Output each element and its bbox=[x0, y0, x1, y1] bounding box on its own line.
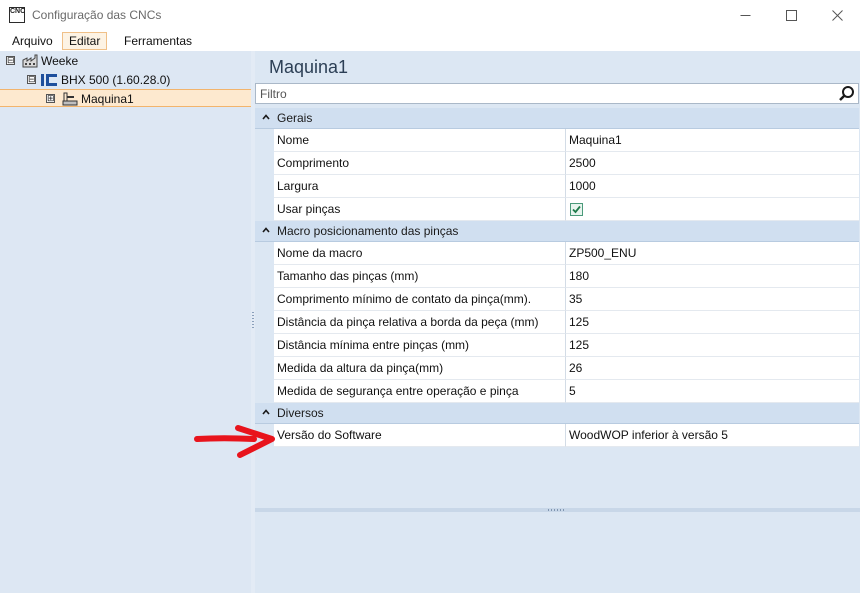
property-row[interactable]: Comprimento 2500 bbox=[255, 152, 859, 175]
property-row[interactable]: Distância da pinça relativa a borda da p… bbox=[255, 311, 859, 334]
category-label: Macro posicionamento das pinças bbox=[277, 224, 459, 238]
row-gutter bbox=[255, 357, 274, 380]
row-gutter bbox=[255, 175, 274, 198]
filter-input[interactable] bbox=[260, 86, 820, 101]
title-bar: CNC Configuração das CNCs bbox=[0, 0, 860, 31]
chevron-up-icon[interactable] bbox=[261, 112, 271, 122]
property-row[interactable]: Comprimento mínimo de contato da pinça(m… bbox=[255, 288, 859, 311]
property-value[interactable]: 35 bbox=[566, 288, 859, 311]
category-gerais[interactable]: Gerais bbox=[255, 108, 859, 129]
row-gutter bbox=[255, 288, 274, 311]
property-row[interactable]: Medida da altura da pinça(mm) 26 bbox=[255, 357, 859, 380]
page-title: Maquina1 bbox=[269, 57, 349, 77]
row-gutter bbox=[255, 311, 274, 334]
property-name: Largura bbox=[274, 175, 566, 198]
property-name: Usar pinças bbox=[274, 198, 566, 221]
chevron-up-icon[interactable] bbox=[261, 225, 271, 235]
tree-item-maquina1[interactable]: ⊞ Maquina1 bbox=[0, 89, 251, 107]
category-label: Diversos bbox=[277, 406, 324, 420]
row-gutter bbox=[255, 198, 274, 221]
property-value[interactable]: 1000 bbox=[566, 175, 859, 198]
chevron-up-icon[interactable] bbox=[261, 407, 271, 417]
category-macro[interactable]: Macro posicionamento das pinças bbox=[255, 221, 859, 242]
property-name: Tamanho das pinças (mm) bbox=[274, 265, 566, 288]
property-name: Medida de segurança entre operação e pin… bbox=[274, 380, 566, 403]
cnc-app-icon: CNC bbox=[9, 7, 25, 23]
row-gutter bbox=[255, 242, 274, 265]
cnc-machine-icon bbox=[62, 92, 78, 106]
property-row[interactable]: Medida de segurança entre operação e pin… bbox=[255, 380, 859, 403]
property-row[interactable]: Usar pinças bbox=[255, 198, 859, 221]
machine-model-icon bbox=[41, 74, 57, 86]
property-value[interactable]: 26 bbox=[566, 357, 859, 380]
property-name: Comprimento mínimo de contato da pinça(m… bbox=[274, 288, 566, 311]
row-gutter bbox=[255, 152, 274, 175]
menu-bar: Arquivo Editar Ferramentas bbox=[0, 31, 860, 51]
tree-item-label: BHX 500 (1.60.28.0) bbox=[61, 73, 171, 87]
search-icon[interactable] bbox=[838, 85, 856, 103]
property-row[interactable]: Tamanho das pinças (mm) 180 bbox=[255, 265, 859, 288]
property-grid: Gerais Nome Maquina1 Comprimento 2500 La… bbox=[255, 108, 859, 447]
property-name: Nome bbox=[274, 129, 566, 152]
category-diversos[interactable]: Diversos bbox=[255, 403, 859, 424]
app-icon-text: CNC bbox=[10, 8, 26, 15]
menu-editar[interactable]: Editar bbox=[62, 32, 108, 50]
property-name: Distância mínima entre pinças (mm) bbox=[274, 334, 566, 357]
property-value[interactable]: 125 bbox=[566, 311, 859, 334]
collapse-icon[interactable]: ⊟ bbox=[6, 56, 15, 65]
splitter-grip[interactable] bbox=[548, 509, 564, 511]
category-label: Gerais bbox=[277, 111, 313, 125]
filter-box[interactable] bbox=[255, 83, 859, 104]
property-name: Versão do Software bbox=[274, 424, 566, 447]
collapse-icon[interactable]: ⊟ bbox=[27, 75, 36, 84]
property-value[interactable]: Maquina1 bbox=[566, 129, 859, 152]
checkmark-icon bbox=[572, 205, 581, 214]
property-name: Nome da macro bbox=[274, 242, 566, 265]
expand-icon[interactable]: ⊞ bbox=[46, 94, 55, 103]
minimize-button[interactable] bbox=[722, 0, 768, 31]
row-gutter bbox=[255, 129, 274, 152]
maximize-button[interactable] bbox=[768, 0, 814, 31]
property-name: Medida da altura da pinça(mm) bbox=[274, 357, 566, 380]
property-value[interactable]: ZP500_ENU bbox=[566, 242, 859, 265]
close-icon bbox=[831, 10, 843, 21]
menu-ferramentas[interactable]: Ferramentas bbox=[118, 32, 198, 50]
tree-item-label: Weeke bbox=[41, 54, 79, 68]
property-value[interactable]: 180 bbox=[566, 265, 859, 288]
property-value[interactable]: 125 bbox=[566, 334, 859, 357]
property-row[interactable]: Versão do Software WoodWOP inferior à ve… bbox=[255, 424, 859, 447]
machine-tree: ⊟ Weeke ⊟ BHX 500 (1.60.28.0) ⊞ Maquina1 bbox=[0, 51, 251, 593]
close-button[interactable] bbox=[814, 0, 860, 31]
red-arrow-annotation bbox=[194, 425, 275, 458]
property-value[interactable]: 2500 bbox=[566, 152, 859, 175]
property-name: Distância da pinça relativa a borda da p… bbox=[274, 311, 566, 334]
splitter-grip[interactable] bbox=[252, 312, 254, 328]
minimize-icon bbox=[740, 15, 750, 16]
tree-item-weeke[interactable]: ⊟ Weeke bbox=[0, 52, 251, 70]
property-value[interactable]: WoodWOP inferior à versão 5 bbox=[566, 424, 859, 447]
property-row[interactable]: Nome da macro ZP500_ENU bbox=[255, 242, 859, 265]
tree-item-label: Maquina1 bbox=[81, 92, 134, 106]
property-row[interactable]: Nome Maquina1 bbox=[255, 129, 859, 152]
tree-item-bhx500[interactable]: ⊟ BHX 500 (1.60.28.0) bbox=[0, 71, 251, 89]
property-value[interactable] bbox=[566, 198, 859, 221]
description-area bbox=[255, 512, 860, 593]
property-row[interactable]: Largura 1000 bbox=[255, 175, 859, 198]
property-name: Comprimento bbox=[274, 152, 566, 175]
row-gutter bbox=[255, 265, 274, 288]
property-value[interactable]: 5 bbox=[566, 380, 859, 403]
row-gutter bbox=[255, 380, 274, 403]
menu-arquivo[interactable]: Arquivo bbox=[6, 32, 59, 50]
usar-pincas-checkbox[interactable] bbox=[570, 203, 583, 216]
maximize-icon bbox=[785, 10, 797, 21]
property-row[interactable]: Distância mínima entre pinças (mm) 125 bbox=[255, 334, 859, 357]
factory-icon bbox=[22, 54, 38, 68]
window-title: Configuração das CNCs bbox=[32, 8, 162, 22]
row-gutter bbox=[255, 334, 274, 357]
